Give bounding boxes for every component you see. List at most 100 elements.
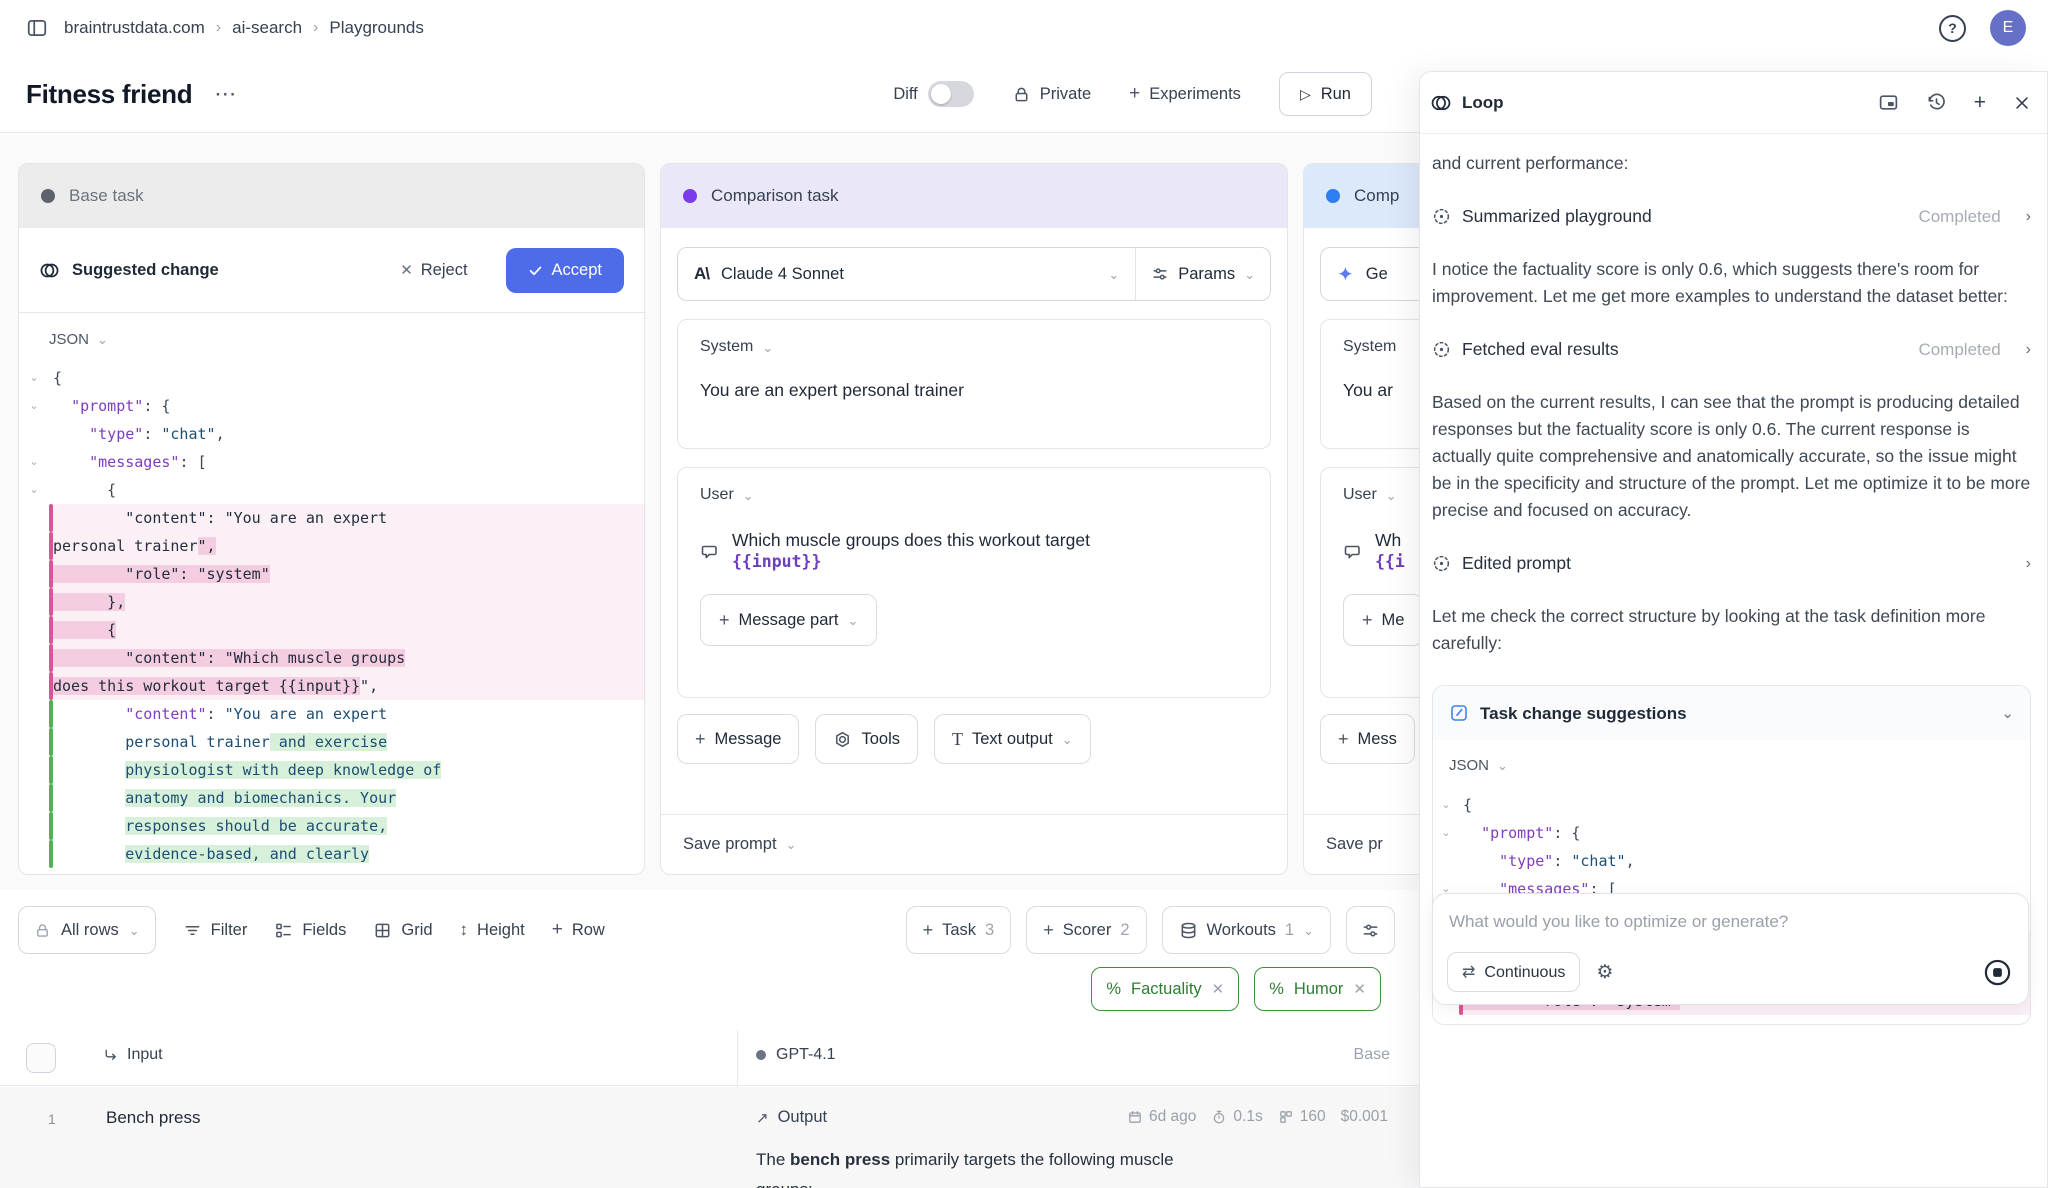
row-input-value[interactable]: Bench press [106,1108,201,1128]
model-name: Claude 4 Sonnet [721,265,844,284]
grid-button[interactable]: Grid [373,921,432,940]
table-row[interactable]: 1 Bench press ↗ Output 6d ago 0.1s [0,1087,1419,1188]
accept-label: Accept [552,261,602,280]
diff-toggle[interactable] [928,81,974,107]
text-output-button[interactable]: T Text output ⌄ [934,714,1091,764]
user-role-select[interactable]: User ⌄ [700,486,1248,504]
output-text[interactable]: The bench press primarily targets the fo… [756,1145,1226,1188]
chevron-down-icon: ⌄ [1386,489,1397,502]
dotted-circle-icon [1432,207,1451,226]
plus-icon: + [695,729,706,750]
base-task-editor[interactable]: JSON ⌄ ⌄{⌄ "prompt": { "type": "chat",⌄ … [19,313,644,874]
system-role-select[interactable]: System ⌄ [700,338,1248,356]
model-select[interactable]: A\ Claude 4 Sonnet ⌄ [678,248,1136,300]
comparison-task-dot [683,189,697,203]
editor-mode-select[interactable]: JSON ⌄ [1433,752,2030,779]
fields-button[interactable]: Fields [274,921,346,940]
loop-step-fetched[interactable]: Fetched eval results Completed › [1432,336,2031,363]
dataset-select[interactable]: Workouts 1 ⌄ [1162,906,1331,954]
all-rows-select[interactable]: All rows ⌄ [18,906,156,954]
composer-input[interactable] [1449,912,2012,932]
scorer-label: Scorer [1063,921,1112,940]
popout-panel-icon[interactable] [1878,92,1899,113]
table-settings-button[interactable] [1346,906,1395,954]
close-icon[interactable]: ✕ [1353,980,1366,998]
column-header-input[interactable]: Input [102,1046,163,1064]
tools-button[interactable]: Tools [815,714,918,764]
system-message-card[interactable]: System ⌄ You are an expert personal trai… [677,319,1271,449]
add-row-button[interactable]: + Row [552,919,605,941]
tokens-value: 160 [1300,1108,1326,1126]
chevron-right-icon: › [2026,550,2031,577]
more-menu-icon[interactable]: ⋯ [214,81,237,107]
editor-mode-label: JSON [49,331,89,348]
stop-button[interactable] [1983,958,2012,987]
step-status: Completed [1918,336,2000,363]
user-message[interactable]: Which muscle groups does this workout ta… [700,530,1248,572]
run-button[interactable]: ▷ Run [1279,72,1372,116]
base-task-code[interactable]: ⌄{⌄ "prompt": { "type": "chat",⌄ "messag… [19,364,644,868]
breadcrumb: braintrustdata.com › ai-search › Playgro… [64,18,424,38]
system-prompt-text[interactable]: You are an expert personal trainer [700,380,1248,401]
avatar[interactable]: E [1990,10,2026,46]
output-cell-label[interactable]: ↗ Output [756,1108,827,1127]
add-scorer-button[interactable]: + Scorer 2 [1026,906,1146,954]
help-icon[interactable]: ? [1939,15,1966,42]
experiments-button[interactable]: + Experiments [1129,83,1241,105]
add-message-button[interactable]: + Message [677,714,799,764]
height-label: Height [477,921,525,940]
breadcrumb-org[interactable]: braintrustdata.com [64,18,205,38]
third-add-part-button[interactable]: + Me [1343,594,1423,646]
gear-icon[interactable]: ⚙ [1596,959,1613,986]
suggested-change-bar: Suggested change ✕ Reject Accept [19,228,644,313]
experiments-label: Experiments [1149,85,1241,104]
chevron-down-icon: ⌄ [786,838,797,851]
add-task-button[interactable]: + Task 3 [906,906,1012,954]
check-icon [528,263,543,278]
editor-mode-select[interactable]: JSON ⌄ [19,331,644,348]
comparison-task-header[interactable]: Comparison task [661,164,1287,228]
chat-bubble-icon [1343,532,1363,572]
new-chat-icon[interactable]: + [1974,91,1986,115]
model-column-label: GPT-4.1 [776,1046,836,1064]
column-header-model[interactable]: GPT-4.1 [756,1046,836,1064]
reject-button[interactable]: ✕ Reject [400,261,467,280]
loop-step-edited[interactable]: Edited prompt › [1432,550,2031,577]
accept-button[interactable]: Accept [506,248,624,293]
chevron-down-icon: ⌄ [2001,706,2014,721]
task-change-suggestions-header[interactable]: Task change suggestions ⌄ [1433,686,2030,740]
percent-icon: % [1269,980,1284,999]
loop-step-summarized[interactable]: Summarized playground Completed › [1432,203,2031,230]
user-message-card[interactable]: User ⌄ Which muscle groups does this wor… [677,467,1271,698]
third-system-label: System [1343,338,1396,356]
params-button[interactable]: Params ⌄ [1136,248,1270,300]
scorer-badge-factuality[interactable]: % Factuality ✕ [1091,967,1239,1011]
titlebar: Fitness friend ⋯ Diff Private + Experime… [0,56,1419,133]
diff-toggle-group: Diff [893,81,973,107]
breadcrumb-section[interactable]: Playgrounds [329,18,424,38]
plus-icon: + [552,919,563,941]
scorer-badge-humor[interactable]: % Humor ✕ [1254,967,1381,1011]
continuous-mode-button[interactable]: ⇄ Continuous [1447,952,1580,992]
filter-button[interactable]: Filter [183,921,248,940]
sidebar-toggle-icon[interactable] [26,17,48,39]
select-all-checkbox[interactable] [26,1043,56,1073]
percent-icon: % [1106,980,1121,999]
step-status: Completed [1918,203,2000,230]
task-count: 3 [985,921,994,940]
close-icon[interactable]: ✕ [1212,980,1225,998]
add-message-part-button[interactable]: + Message part ⌄ [700,594,877,646]
third-add-message-button[interactable]: + Mess [1320,714,1415,764]
breadcrumb-project[interactable]: ai-search [232,18,302,38]
save-prompt-button[interactable]: Save prompt ⌄ [661,814,1287,874]
height-button[interactable]: ↕ Height [460,920,525,940]
grid-label: Grid [401,921,432,940]
base-task-header[interactable]: Base task [19,164,644,228]
close-panel-icon[interactable] [2013,94,2031,112]
duration: 0.1s [1211,1108,1262,1126]
app: braintrustdata.com › ai-search › Playgro… [0,0,2048,1188]
private-button[interactable]: Private [1012,85,1091,104]
history-icon[interactable] [1926,92,1947,113]
base-task-dot [41,189,55,203]
task-label: Task [942,921,976,940]
